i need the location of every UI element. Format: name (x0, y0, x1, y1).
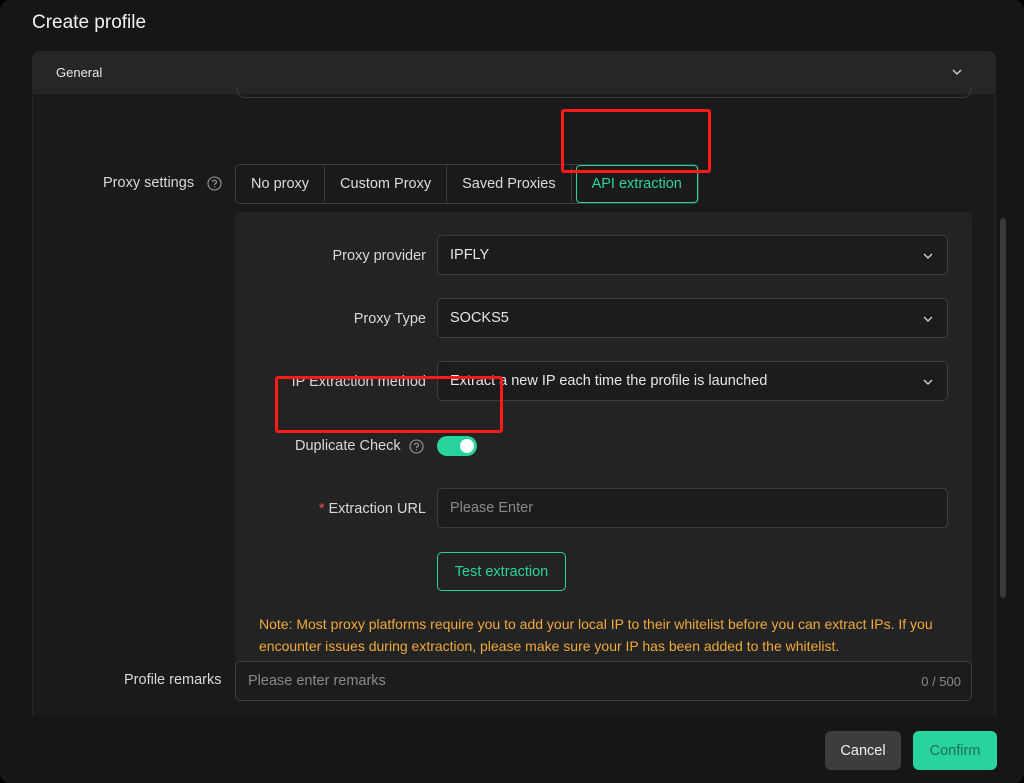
confirm-button[interactable]: Confirm (913, 731, 997, 770)
test-extraction-button[interactable]: Test extraction (437, 552, 566, 591)
api-extraction-panel: Proxy provider IPFLY Proxy Type SOCKS5 I… (235, 212, 972, 680)
create-profile-dialog: Create profile General Proxy settings No… (0, 0, 1024, 783)
chevron-down-icon (923, 316, 933, 322)
remarks-char-counter: 0 / 500 (921, 674, 961, 689)
ip-extraction-method-select[interactable]: Extract a new IP each time the profile i… (437, 361, 948, 401)
general-section-body: Proxy settings No proxy Custom Proxy Sav… (32, 88, 996, 716)
dialog-title: Create profile (32, 12, 147, 33)
tab-api-extraction[interactable]: API extraction (575, 165, 698, 203)
scrollbar[interactable] (1000, 218, 1006, 598)
profile-remarks-field[interactable]: 0 / 500 (235, 661, 972, 701)
proxy-type-select[interactable]: SOCKS5 (437, 298, 948, 338)
proxy-type-label: Proxy Type (353, 311, 426, 327)
chevron-down-icon[interactable] (950, 65, 964, 79)
chevron-down-icon (923, 379, 933, 385)
tab-custom-proxy[interactable]: Custom Proxy (325, 165, 448, 203)
whitelist-note: Note: Most proxy platforms require you t… (259, 616, 933, 654)
toggle-knob (460, 439, 474, 453)
duplicate-check-label: Duplicate Check (295, 438, 401, 454)
extraction-url-label: * Extraction URL (319, 501, 426, 517)
proxy-mode-tabs: No proxy Custom Proxy Saved Proxies API … (235, 164, 699, 204)
extraction-url-label-text: Extraction URL (328, 501, 426, 517)
proxy-type-value: SOCKS5 (450, 310, 509, 326)
help-icon[interactable] (409, 439, 424, 454)
section-title: General (56, 65, 103, 80)
proxy-provider-select[interactable]: IPFLY (437, 235, 948, 275)
extraction-url-field[interactable] (437, 488, 948, 528)
extraction-url-input[interactable] (438, 489, 947, 527)
chevron-down-icon (923, 253, 933, 259)
tab-no-proxy[interactable]: No proxy (236, 165, 326, 203)
previous-field-edge (237, 88, 971, 98)
tab-saved-proxies[interactable]: Saved Proxies (447, 165, 572, 203)
ip-extraction-method-label: IP Extraction method (291, 374, 426, 390)
ip-extraction-method-value: Extract a new IP each time the profile i… (450, 373, 768, 389)
required-mark: * (318, 501, 325, 517)
proxy-provider-value: IPFLY (450, 247, 490, 263)
help-icon[interactable] (207, 176, 222, 191)
profile-remarks-input[interactable] (236, 662, 971, 700)
proxy-settings-label: Proxy settings (103, 175, 195, 191)
cancel-button[interactable]: Cancel (825, 731, 901, 770)
proxy-provider-label: Proxy provider (332, 248, 426, 264)
duplicate-check-toggle[interactable] (437, 436, 477, 456)
general-section: General Proxy settings No proxy Custom P… (32, 51, 996, 716)
profile-remarks-label: Profile remarks (124, 672, 222, 688)
